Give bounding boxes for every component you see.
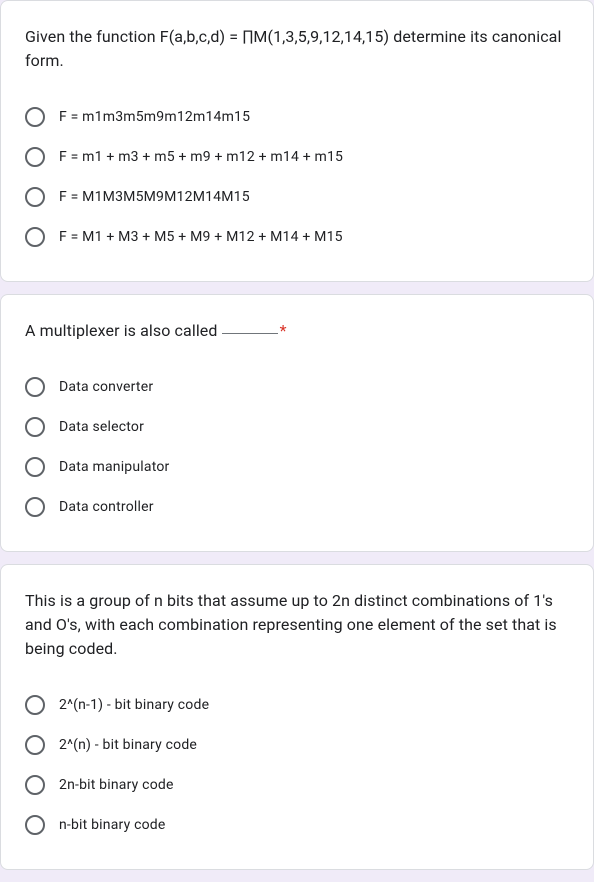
option-group: 2^(n-1) - bit binary code 2^(n) - bit bi…: [25, 677, 569, 845]
option-label: F = M1M3M5M9M12M14M15: [59, 187, 250, 207]
radio-icon: [25, 187, 45, 207]
radio-option[interactable]: F = m1 + m3 + m5 + m9 + m12 + m14 + m15: [25, 137, 569, 177]
option-label: Data converter: [59, 377, 153, 397]
radio-icon: [25, 497, 45, 517]
option-label: 2n-bit binary code: [59, 775, 174, 795]
option-label: F = m1m3m5m9m12m14m15: [59, 107, 250, 127]
radio-option[interactable]: F = M1M3M5M9M12M14M15: [25, 177, 569, 217]
question-card-1: Given the function F(a,b,c,d) = ∏M(1,3,5…: [0, 0, 594, 282]
option-group: Data converter Data selector Data manipu…: [25, 359, 569, 527]
radio-icon: [25, 815, 45, 835]
radio-icon: [25, 147, 45, 167]
radio-option[interactable]: Data selector: [25, 407, 569, 447]
radio-icon: [25, 775, 45, 795]
radio-option[interactable]: 2^(n) - bit binary code: [25, 725, 569, 765]
option-label: Data selector: [59, 417, 144, 437]
question-prompt: A multiplexer is also called: [25, 321, 222, 340]
question-card-2: A multiplexer is also called * Data conv…: [0, 294, 594, 552]
option-label: 2^(n) - bit binary code: [59, 735, 197, 755]
radio-option[interactable]: 2^(n-1) - bit binary code: [25, 685, 569, 725]
radio-option[interactable]: F = m1m3m5m9m12m14m15: [25, 97, 569, 137]
radio-option[interactable]: Data converter: [25, 367, 569, 407]
option-label: n-bit binary code: [59, 815, 166, 835]
option-label: F = m1 + m3 + m5 + m9 + m12 + m14 + m15: [59, 147, 343, 167]
option-label: Data manipulator: [59, 457, 169, 477]
question-card-3: This is a group of n bits that assume up…: [0, 564, 594, 870]
option-label: 2^(n-1) - bit binary code: [59, 695, 209, 715]
question-text: Given the function F(a,b,c,d) = ∏M(1,3,5…: [25, 25, 569, 73]
radio-icon: [25, 107, 45, 127]
radio-option[interactable]: Data controller: [25, 487, 569, 527]
radio-icon: [25, 457, 45, 477]
radio-icon: [25, 735, 45, 755]
question-text: This is a group of n bits that assume up…: [25, 589, 569, 661]
option-label: Data controller: [59, 497, 154, 517]
radio-option[interactable]: F = M1 + M3 + M5 + M9 + M12 + M14 + M15: [25, 217, 569, 257]
required-asterisk: *: [280, 321, 287, 340]
radio-icon: [25, 695, 45, 715]
radio-icon: [25, 227, 45, 247]
fill-blank: [222, 333, 278, 334]
radio-icon: [25, 417, 45, 437]
question-prompt: Given the function F(a,b,c,d) = ∏M(1,3,5…: [25, 27, 561, 70]
radio-option[interactable]: 2n-bit binary code: [25, 765, 569, 805]
radio-option[interactable]: Data manipulator: [25, 447, 569, 487]
question-prompt: This is a group of n bits that assume up…: [25, 591, 557, 658]
option-group: F = m1m3m5m9m12m14m15 F = m1 + m3 + m5 +…: [25, 89, 569, 257]
option-label: F = M1 + M3 + M5 + M9 + M12 + M14 + M15: [59, 227, 343, 247]
radio-option[interactable]: n-bit binary code: [25, 805, 569, 845]
radio-icon: [25, 377, 45, 397]
question-text: A multiplexer is also called *: [25, 319, 569, 343]
